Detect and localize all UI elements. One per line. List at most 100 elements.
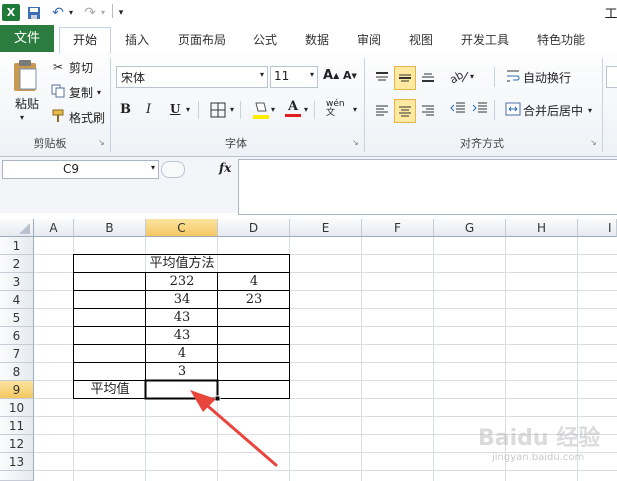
copy-button[interactable]: 复制 ▾	[50, 83, 101, 101]
align-top-icon[interactable]	[372, 66, 392, 88]
column-header-i[interactable]: I	[578, 219, 617, 237]
row-header-4[interactable]: 4	[0, 291, 34, 309]
wrap-text-button[interactable]: 自动换行	[505, 68, 571, 86]
row-header-6[interactable]: 6	[0, 327, 34, 345]
row-header-1[interactable]: 1	[0, 237, 34, 255]
borders-icon[interactable]	[210, 102, 226, 118]
save-icon[interactable]	[26, 4, 42, 21]
tab-page-layout[interactable]: 页面布局	[170, 29, 234, 51]
row-header-10[interactable]: 10	[0, 399, 34, 417]
tab-developer[interactable]: 开发工具	[452, 29, 518, 51]
column-header-g[interactable]: G	[434, 219, 506, 237]
row-header-12[interactable]: 12	[0, 435, 34, 453]
merge-center-button[interactable]: 合并后居中 ▾	[505, 101, 592, 119]
undo-dropdown-icon[interactable]: ▾	[67, 4, 75, 21]
number-format-select[interactable]	[606, 66, 617, 88]
row-header-11[interactable]: 11	[0, 417, 34, 435]
cell-c5[interactable]: 43	[146, 309, 218, 327]
cell-c6[interactable]: 43	[146, 327, 218, 345]
cell-d3[interactable]: 4	[218, 273, 290, 291]
fill-color-icon[interactable]	[252, 100, 270, 120]
paste-button[interactable]: 粘贴	[10, 95, 44, 111]
cell-c7[interactable]: 4	[146, 345, 218, 363]
column-header-e[interactable]: E	[290, 219, 362, 237]
orientation-icon[interactable]: ab	[448, 68, 470, 84]
orientation-dropdown-icon[interactable]: ▾	[470, 72, 474, 81]
row-header-8[interactable]: 8	[0, 363, 34, 381]
cut-button[interactable]: ✂ 剪切	[50, 58, 93, 76]
italic-button[interactable]: I	[146, 102, 162, 117]
phonetic-dropdown-icon[interactable]: ▾	[353, 105, 357, 114]
format-painter-button[interactable]: 格式刷	[50, 108, 105, 126]
underline-dropdown-icon[interactable]: ▾	[186, 105, 190, 114]
insert-function-icon[interactable]: fx	[219, 161, 231, 175]
tab-view[interactable]: 视图	[402, 29, 440, 51]
row-header-14[interactable]	[0, 471, 34, 481]
alignment-launcher-icon[interactable]: ↘	[590, 138, 597, 147]
merge-dropdown-icon[interactable]: ▾	[588, 106, 592, 115]
row-header-5[interactable]: 5	[0, 309, 34, 327]
underline-button[interactable]: U	[170, 102, 184, 116]
cell-c4[interactable]: 34	[146, 291, 218, 309]
decrease-indent-icon[interactable]	[450, 101, 466, 115]
font-color-dropdown-icon[interactable]: ▾	[304, 105, 308, 114]
merge-center-label: 合并后居中	[523, 103, 584, 118]
column-header-h[interactable]: H	[506, 219, 578, 237]
align-left-icon[interactable]	[372, 99, 392, 121]
align-middle-icon[interactable]	[394, 66, 416, 90]
fill-color-dropdown-icon[interactable]: ▾	[271, 105, 275, 114]
font-size-select[interactable]: 11 ▾	[270, 66, 318, 88]
row-header-3[interactable]: 3	[0, 273, 34, 291]
font-launcher-icon[interactable]: ↘	[352, 138, 359, 147]
clipboard-launcher-icon[interactable]: ↘	[98, 138, 105, 147]
tab-home[interactable]: 开始	[59, 27, 111, 54]
paste-icon[interactable]	[8, 56, 42, 96]
cell-c8[interactable]: 3	[146, 363, 218, 381]
row-header-9[interactable]: 9	[0, 381, 34, 399]
font-name-dropdown-icon[interactable]: ▾	[260, 70, 264, 79]
tab-insert[interactable]: 插入	[118, 29, 156, 51]
column-header-b[interactable]: B	[74, 219, 146, 237]
align-right-icon[interactable]	[418, 99, 438, 121]
copy-dropdown-icon[interactable]: ▾	[97, 88, 101, 97]
redo-icon[interactable]: ↷	[82, 4, 98, 21]
formula-input[interactable]	[238, 159, 617, 215]
paste-dropdown-icon[interactable]: ▾	[20, 113, 24, 122]
bold-button[interactable]: B	[120, 102, 136, 117]
column-header-f[interactable]: F	[362, 219, 434, 237]
row-header-13[interactable]: 13	[0, 453, 34, 471]
tab-features[interactable]: 特色功能	[528, 29, 594, 51]
cell-b2-title[interactable]: 平均值方法	[74, 255, 290, 273]
alignment-group-label: 对齐方式	[460, 137, 504, 150]
formula-bar-toggle[interactable]	[161, 161, 185, 178]
column-header-a[interactable]: A	[34, 219, 74, 237]
undo-icon[interactable]: ↶	[50, 4, 66, 21]
borders-dropdown-icon[interactable]: ▾	[230, 105, 234, 114]
font-color-icon[interactable]: A	[285, 99, 301, 117]
tab-review[interactable]: 审阅	[350, 29, 388, 51]
increase-indent-icon[interactable]	[472, 101, 488, 115]
cell-b9[interactable]: 平均值	[74, 381, 146, 399]
align-bottom-icon[interactable]	[418, 66, 438, 88]
redo-dropdown-icon[interactable]: ▾	[99, 4, 107, 21]
shrink-font-icon[interactable]: A ▼	[343, 69, 357, 82]
cell-c3[interactable]: 232	[146, 273, 218, 291]
customize-qat-icon[interactable]: ▾	[116, 4, 126, 21]
tab-formulas[interactable]: 公式	[246, 29, 284, 51]
grow-font-icon[interactable]: A ▲	[323, 68, 339, 83]
row-header-2[interactable]: 2	[0, 255, 34, 273]
column-header-d[interactable]: D	[218, 219, 290, 237]
name-box-dropdown-icon[interactable]: ▾	[151, 163, 155, 172]
group-divider	[602, 58, 603, 152]
cell-d4[interactable]: 23	[218, 291, 290, 309]
tab-data[interactable]: 数据	[298, 29, 336, 51]
font-size-dropdown-icon[interactable]: ▾	[310, 70, 314, 79]
name-box[interactable]: C9 ▾	[2, 160, 159, 179]
column-header-c[interactable]: C	[146, 219, 218, 237]
row-header-7[interactable]: 7	[0, 345, 34, 363]
font-name-select[interactable]: 宋体 ▾	[116, 66, 268, 88]
align-center-icon[interactable]	[394, 99, 416, 123]
phonetic-guide-icon[interactable]: wén 文	[326, 100, 352, 118]
tab-file[interactable]: 文件	[0, 25, 54, 52]
select-all-button[interactable]	[0, 219, 34, 237]
